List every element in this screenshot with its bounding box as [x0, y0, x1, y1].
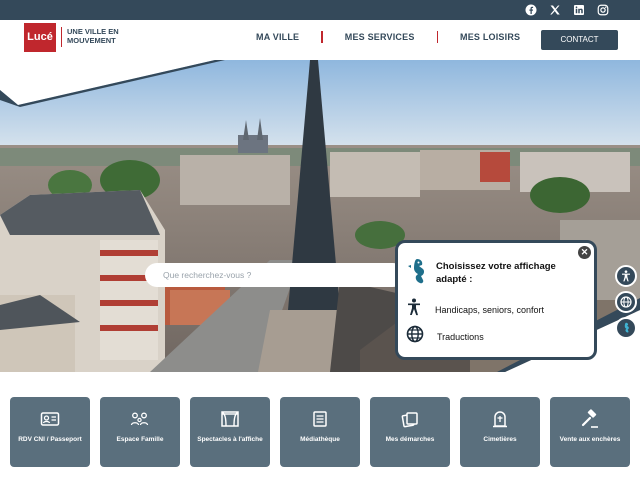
accessibility-icon[interactable]: [615, 265, 637, 287]
close-icon[interactable]: ✕: [578, 246, 591, 259]
popup-option-label: Handicaps, seniors, confort: [435, 304, 545, 315]
tile-rdv-cni[interactable]: RDV CNI / Passeport: [10, 397, 90, 467]
social-links: [524, 3, 610, 17]
seahorse-icon[interactable]: [615, 317, 637, 339]
nav-mes-loisirs[interactable]: MES LOISIRS: [460, 32, 520, 42]
tile-label: RDV CNI / Passeport: [18, 436, 82, 443]
tile-label: Médiathèque: [300, 436, 340, 443]
tile-label: Espace Famille: [116, 436, 164, 443]
popup-title: Choisissez votre affichage adapté :: [436, 261, 556, 285]
site-logo[interactable]: Lucé: [24, 23, 56, 52]
tile-label: Spectacles à l'affiche: [197, 436, 263, 443]
tile-vente-encheres[interactable]: Vente aux enchères: [550, 397, 630, 467]
nav-divider: [321, 31, 323, 43]
theater-icon: [220, 409, 240, 429]
person-icon: [406, 298, 422, 321]
popup-option-label: Traductions: [437, 331, 484, 342]
nav-ma-ville[interactable]: MA VILLE: [256, 32, 299, 42]
globe-icon: [406, 325, 424, 348]
id-card-icon: [40, 409, 60, 429]
nav-divider: [436, 31, 439, 43]
facebook-icon[interactable]: [524, 3, 538, 17]
side-accessibility-buttons: [615, 265, 640, 343]
site-tagline: UNE VILLE EN MOUVEMENT: [67, 27, 119, 45]
tile-label: Cimetières: [483, 436, 517, 443]
tile-cimetieres[interactable]: Cimetières: [460, 397, 540, 467]
globe-icon[interactable]: [615, 291, 637, 313]
nav-mes-services[interactable]: MES SERVICES: [345, 32, 415, 42]
linkedin-icon[interactable]: [572, 3, 586, 17]
instagram-icon[interactable]: [596, 3, 610, 17]
x-icon[interactable]: [548, 3, 562, 17]
popup-option-handicap[interactable]: Handicaps, seniors, confort: [406, 298, 544, 321]
logo-divider: [61, 27, 62, 47]
site-header: Lucé UNE VILLE EN MOUVEMENT MA VILLE MES…: [0, 20, 640, 62]
documents-icon: [400, 409, 420, 429]
hero-banner: Que recherchez-vous ? ✕ Choisissez votre…: [0, 60, 640, 372]
social-topbar: [0, 0, 640, 20]
contact-button[interactable]: CONTACT: [541, 30, 618, 50]
tile-label: Mes démarches: [385, 436, 435, 443]
family-icon: [130, 409, 150, 429]
tile-mediatheque[interactable]: Médiathèque: [280, 397, 360, 467]
tile-espace-famille[interactable]: Espace Famille: [100, 397, 180, 467]
seahorse-icon: [405, 257, 429, 292]
tile-mes-demarches[interactable]: Mes démarches: [370, 397, 450, 467]
tombstone-icon: [490, 409, 510, 429]
popup-option-translations[interactable]: Traductions: [406, 325, 484, 348]
gavel-icon: [580, 409, 600, 429]
accessibility-popup: ✕ Choisissez votre affichage adapté : Ha…: [395, 240, 597, 360]
tile-spectacles[interactable]: Spectacles à l'affiche: [190, 397, 270, 467]
books-icon: [310, 409, 330, 429]
main-nav: MA VILLE MES SERVICES MES LOISIRS: [256, 31, 520, 43]
search-input[interactable]: Que recherchez-vous ?: [145, 263, 405, 287]
quick-access-tiles: RDV CNI / Passeport Espace Famille Spect…: [10, 397, 630, 467]
tile-label: Vente aux enchères: [559, 436, 621, 443]
